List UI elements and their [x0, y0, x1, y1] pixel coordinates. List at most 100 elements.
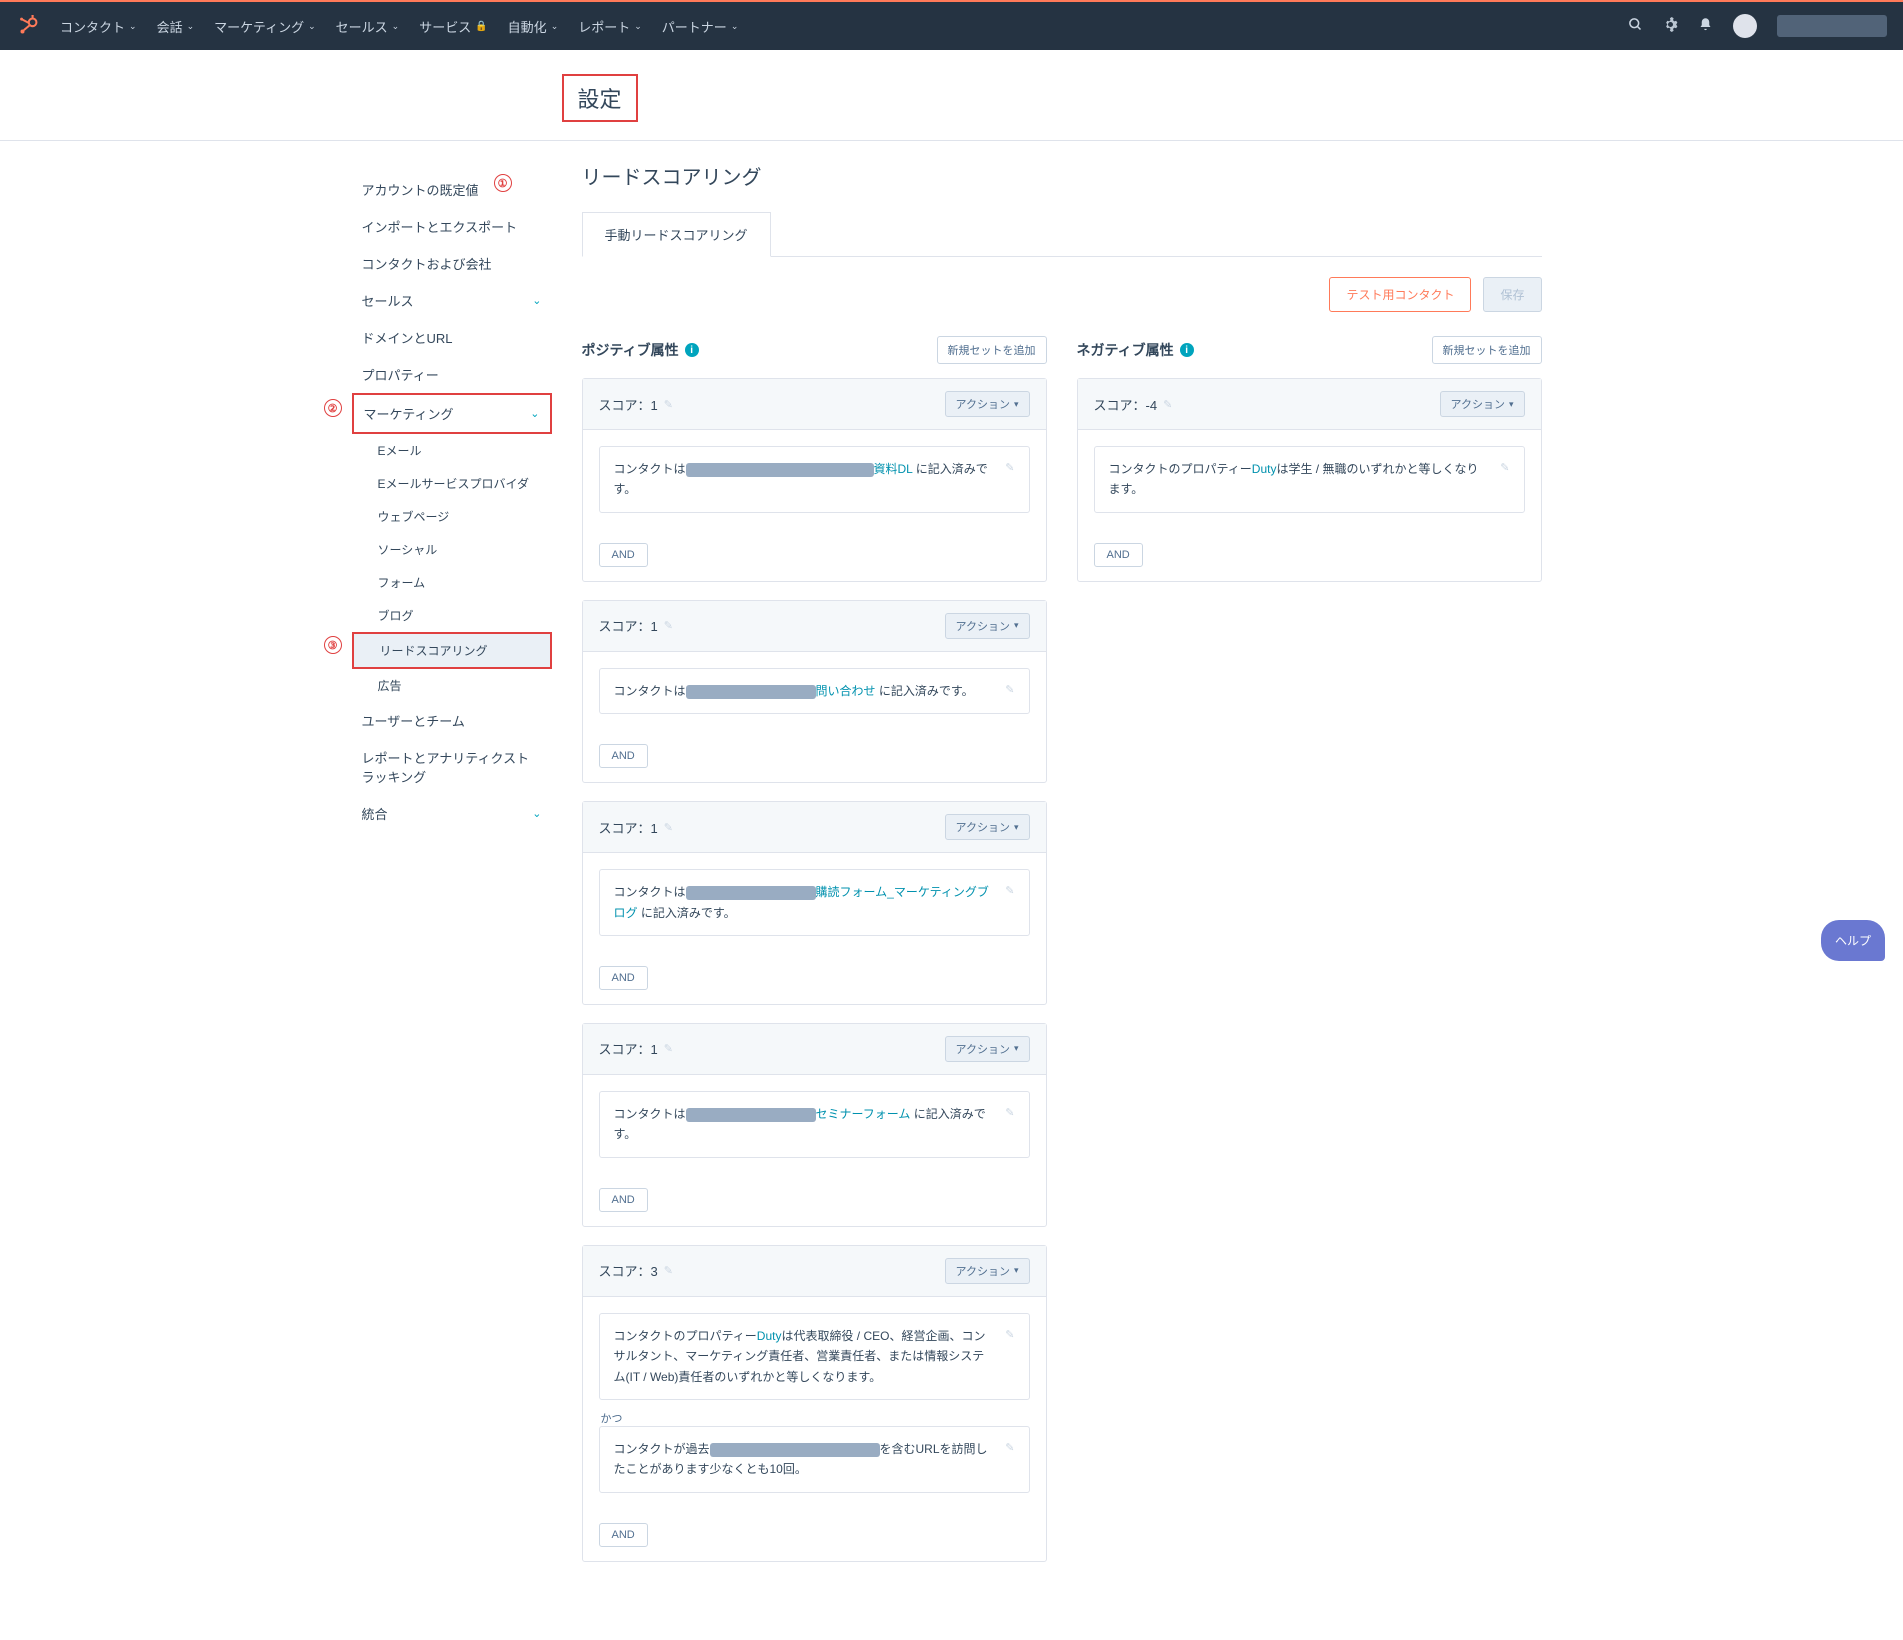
edit-icon[interactable]: ✎	[1005, 1439, 1014, 1480]
tab-manual-scoring[interactable]: 手動リードスコアリング	[582, 212, 771, 257]
gear-icon[interactable]	[1663, 17, 1678, 36]
sidebar-item[interactable]: ドメインとURL	[352, 319, 552, 356]
chevron-down-icon: ▾	[1014, 620, 1019, 631]
sidebar-subitem[interactable]: ウェブページ	[352, 500, 552, 533]
and-button[interactable]: AND	[599, 744, 648, 768]
redacted-text	[686, 886, 816, 900]
chevron-down-icon: ⌄	[530, 407, 539, 420]
score-card: スコア：1 ✎ アクション ▾ コンタクトはセミナーフォーム に記入済みです。✎…	[582, 1023, 1047, 1227]
and-button[interactable]: AND	[1094, 543, 1143, 567]
sidebar-item-label: セールス	[362, 291, 414, 310]
sidebar-subitem[interactable]: ブログ	[352, 599, 552, 632]
edit-icon[interactable]: ✎	[664, 398, 673, 411]
sidebar-item-label: コンタクトおよび会社	[362, 254, 492, 273]
nav-item[interactable]: サービス🔒	[419, 17, 487, 36]
chevron-down-icon: ⌄	[731, 21, 739, 32]
property-link[interactable]: Duty	[1252, 462, 1277, 476]
sidebar-subitem[interactable]: Eメールサービスプロバイダ	[352, 467, 552, 500]
save-button: 保存	[1483, 277, 1541, 312]
action-dropdown[interactable]: アクション ▾	[945, 613, 1030, 639]
edit-icon[interactable]: ✎	[1005, 459, 1014, 500]
avatar[interactable]	[1733, 14, 1757, 38]
info-icon[interactable]: i	[1180, 343, 1194, 357]
score-label: スコア：1 ✎	[599, 616, 673, 635]
search-icon[interactable]	[1628, 17, 1643, 36]
chevron-down-icon: ⌄	[532, 807, 541, 820]
sidebar-item-lead-scoring[interactable]: リードスコアリング	[352, 632, 552, 669]
sidebar-subitem[interactable]: ソーシャル	[352, 533, 552, 566]
bell-icon[interactable]	[1698, 17, 1713, 36]
edit-icon[interactable]: ✎	[1163, 398, 1172, 411]
chevron-down-icon: ⌄	[308, 21, 316, 32]
property-link[interactable]: Duty	[757, 1329, 782, 1343]
sidebar-item[interactable]: アカウントの既定値	[352, 171, 552, 208]
and-button[interactable]: AND	[599, 1523, 648, 1547]
sidebar-item-marketing[interactable]: マーケティング ⌄	[352, 393, 552, 434]
edit-icon[interactable]: ✎	[664, 619, 673, 632]
edit-icon[interactable]: ✎	[1005, 1326, 1014, 1387]
positive-column: ポジティブ属性 i 新規セットを追加 スコア：1 ✎ アクション ▾ コンタクト…	[582, 336, 1047, 1580]
nav-item[interactable]: レポート⌄	[578, 17, 642, 36]
sidebar-item[interactable]: セールス ⌄	[352, 282, 552, 319]
sidebar-item[interactable]: レポートとアナリティクストラッキング	[352, 739, 552, 795]
add-negative-set-button[interactable]: 新規セットを追加	[1432, 336, 1542, 364]
action-dropdown[interactable]: アクション ▾	[1440, 391, 1525, 417]
edit-icon[interactable]: ✎	[1005, 1104, 1014, 1145]
edit-icon[interactable]: ✎	[664, 1042, 673, 1055]
sidebar-item[interactable]: インポートとエクスポート	[352, 208, 552, 245]
account-menu[interactable]	[1777, 15, 1887, 37]
chevron-down-icon: ⌄	[392, 21, 400, 32]
action-dropdown[interactable]: アクション ▾	[945, 1258, 1030, 1284]
hubspot-logo[interactable]	[16, 14, 40, 38]
nav-item[interactable]: 会話⌄	[157, 17, 195, 36]
action-dropdown[interactable]: アクション ▾	[945, 814, 1030, 840]
sidebar-subitem[interactable]: Eメール	[352, 434, 552, 467]
help-button[interactable]: ヘルプ	[1821, 920, 1885, 961]
sidebar-item[interactable]: プロパティー	[352, 356, 552, 393]
chevron-down-icon: ▾	[1014, 399, 1019, 410]
chevron-down-icon: ▾	[1014, 1265, 1019, 1276]
sidebar-item[interactable]: コンタクトおよび会社	[352, 245, 552, 282]
chevron-down-icon: ▾	[1014, 1043, 1019, 1054]
criteria-row: コンタクトはセミナーフォーム に記入済みです。✎	[599, 1091, 1030, 1158]
edit-icon[interactable]: ✎	[664, 1264, 673, 1277]
sidebar-item[interactable]: ユーザーとチーム	[352, 702, 552, 739]
nav-item[interactable]: パートナー⌄	[662, 17, 739, 36]
positive-title: ポジティブ属性 i	[582, 340, 699, 360]
nav-item[interactable]: セールス⌄	[336, 17, 400, 36]
test-contact-button[interactable]: テスト用コンタクト	[1329, 277, 1471, 312]
score-card: スコア：-4 ✎ アクション ▾ コンタクトのプロパティーDutyは学生 / 無…	[1077, 378, 1542, 582]
chevron-down-icon: ⌄	[634, 21, 642, 32]
edit-icon[interactable]: ✎	[1500, 459, 1509, 500]
nav-item[interactable]: マーケティング⌄	[214, 17, 316, 36]
sidebar-item-label: 統合	[362, 804, 388, 823]
edit-icon[interactable]: ✎	[1005, 681, 1014, 701]
and-button[interactable]: AND	[599, 1188, 648, 1212]
sidebar-subitem[interactable]: フォーム	[352, 566, 552, 599]
criteria-row: コンタクトのプロパティーDutyは代表取締役 / CEO、経営企画、コンサルタン…	[599, 1313, 1030, 1400]
form-link[interactable]: 問い合わせ	[816, 684, 876, 698]
sidebar-subitem[interactable]: 広告	[352, 669, 552, 702]
info-icon[interactable]: i	[685, 343, 699, 357]
chevron-down-icon: ⌄	[532, 294, 541, 307]
lock-icon: 🔒	[475, 21, 487, 32]
and-button[interactable]: AND	[599, 543, 648, 567]
form-link[interactable]: セミナーフォーム	[816, 1107, 911, 1121]
edit-icon[interactable]: ✎	[1005, 882, 1014, 923]
action-dropdown[interactable]: アクション ▾	[945, 391, 1030, 417]
edit-icon[interactable]: ✎	[664, 821, 673, 834]
redacted-text	[686, 1108, 816, 1122]
action-dropdown[interactable]: アクション ▾	[945, 1036, 1030, 1062]
redacted-text	[710, 1443, 880, 1457]
chevron-down-icon: ⌄	[551, 21, 559, 32]
negative-column: ネガティブ属性 i 新規セットを追加 スコア：-4 ✎ アクション ▾ コンタク…	[1077, 336, 1542, 1580]
add-positive-set-button[interactable]: 新規セットを追加	[937, 336, 1047, 364]
and-button[interactable]: AND	[599, 966, 648, 990]
sidebar-item-label: ドメインとURL	[362, 328, 453, 347]
nav-item[interactable]: コンタクト⌄	[60, 17, 137, 36]
settings-sidebar: アカウントの既定値インポートとエクスポートコンタクトおよび会社セールス ⌄ ドメイン…	[352, 161, 552, 1580]
form-link[interactable]: 資料DL	[874, 462, 913, 476]
page-title: 設定	[578, 87, 622, 112]
sidebar-item[interactable]: 統合 ⌄	[352, 795, 552, 832]
nav-item[interactable]: 自動化⌄	[508, 17, 559, 36]
